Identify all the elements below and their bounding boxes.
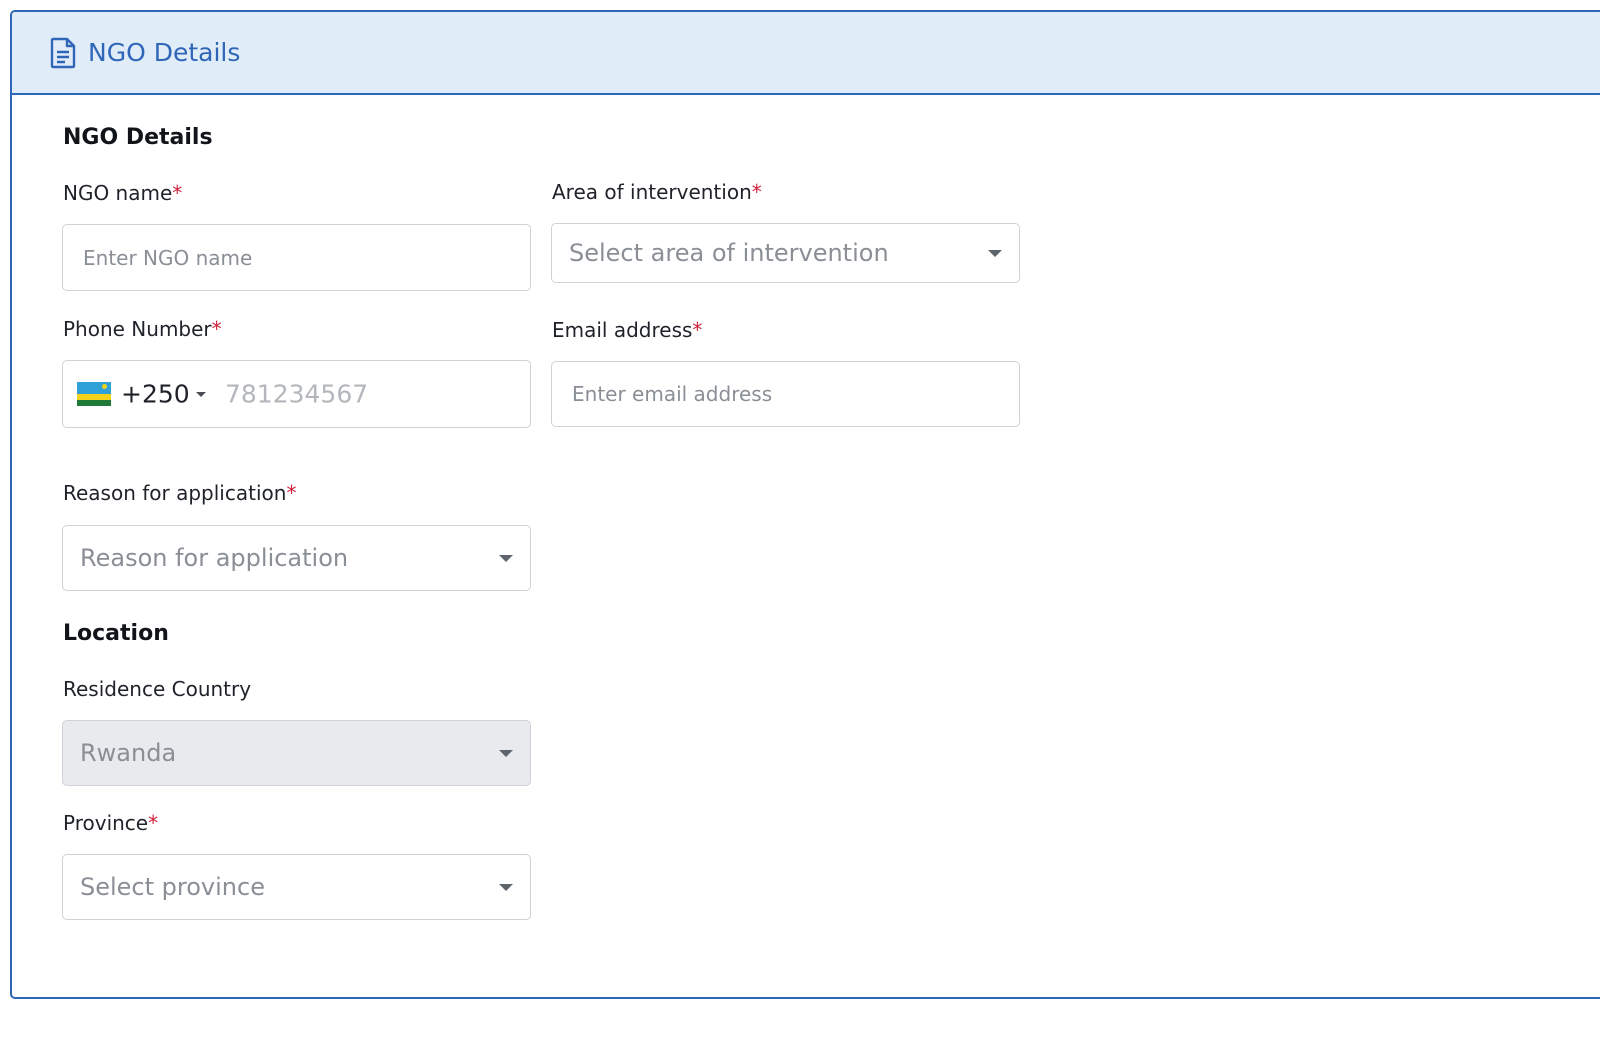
rwanda-flag-icon[interactable]: [77, 382, 111, 406]
reason-for-application-label: Reason for application*: [63, 481, 296, 505]
area-of-intervention-label-text: Area of intervention: [552, 180, 752, 204]
ngo-name-field: [62, 224, 531, 291]
required-mark: *: [172, 181, 183, 205]
chevron-down-icon: [499, 555, 513, 562]
email-address-label: Email address*: [552, 318, 702, 342]
reason-for-application-placeholder: Reason for application: [80, 544, 349, 572]
province-placeholder: Select province: [80, 873, 265, 901]
phone-number-label-text: Phone Number: [63, 317, 212, 341]
country-code[interactable]: +250: [121, 380, 190, 409]
residence-country-value: Rwanda: [80, 739, 177, 767]
phone-number-input[interactable]: 781234567: [225, 380, 368, 409]
reason-for-application-label-text: Reason for application: [63, 481, 287, 505]
required-mark: *: [751, 180, 762, 204]
email-address-label-text: Email address: [552, 318, 693, 342]
ngo-name-label: NGO name*: [63, 181, 182, 205]
section-title-ngo-details: NGO Details: [63, 125, 213, 150]
reason-for-application-select[interactable]: Reason for application: [62, 525, 531, 591]
province-label-text: Province: [63, 811, 149, 835]
card-header: NGO Details: [12, 12, 1600, 95]
section-title-location: Location: [63, 621, 169, 646]
province-select[interactable]: Select province: [62, 854, 531, 920]
area-of-intervention-select[interactable]: Select area of intervention: [551, 223, 1020, 283]
residence-country-select: Rwanda: [62, 720, 531, 786]
phone-number-field: +250 781234567: [62, 360, 531, 428]
required-mark: *: [692, 318, 703, 342]
chevron-down-icon: [499, 750, 513, 757]
card-header-title: NGO Details: [88, 38, 241, 67]
province-label: Province*: [63, 811, 158, 835]
chevron-down-icon: [988, 250, 1002, 257]
area-of-intervention-placeholder: Select area of intervention: [569, 239, 889, 267]
area-of-intervention-label: Area of intervention*: [552, 180, 762, 204]
ngo-name-input[interactable]: [63, 225, 530, 290]
email-address-input[interactable]: [552, 362, 1019, 426]
chevron-down-icon: [499, 884, 513, 891]
ngo-name-label-text: NGO name: [63, 181, 173, 205]
residence-country-label: Residence Country: [63, 677, 252, 701]
country-code-dropdown-icon[interactable]: [196, 392, 206, 397]
required-mark: *: [286, 481, 297, 505]
required-mark: *: [148, 811, 159, 835]
document-icon: [48, 37, 78, 69]
email-address-field: [551, 361, 1020, 427]
phone-number-label: Phone Number*: [63, 317, 222, 341]
required-mark: *: [211, 317, 222, 341]
